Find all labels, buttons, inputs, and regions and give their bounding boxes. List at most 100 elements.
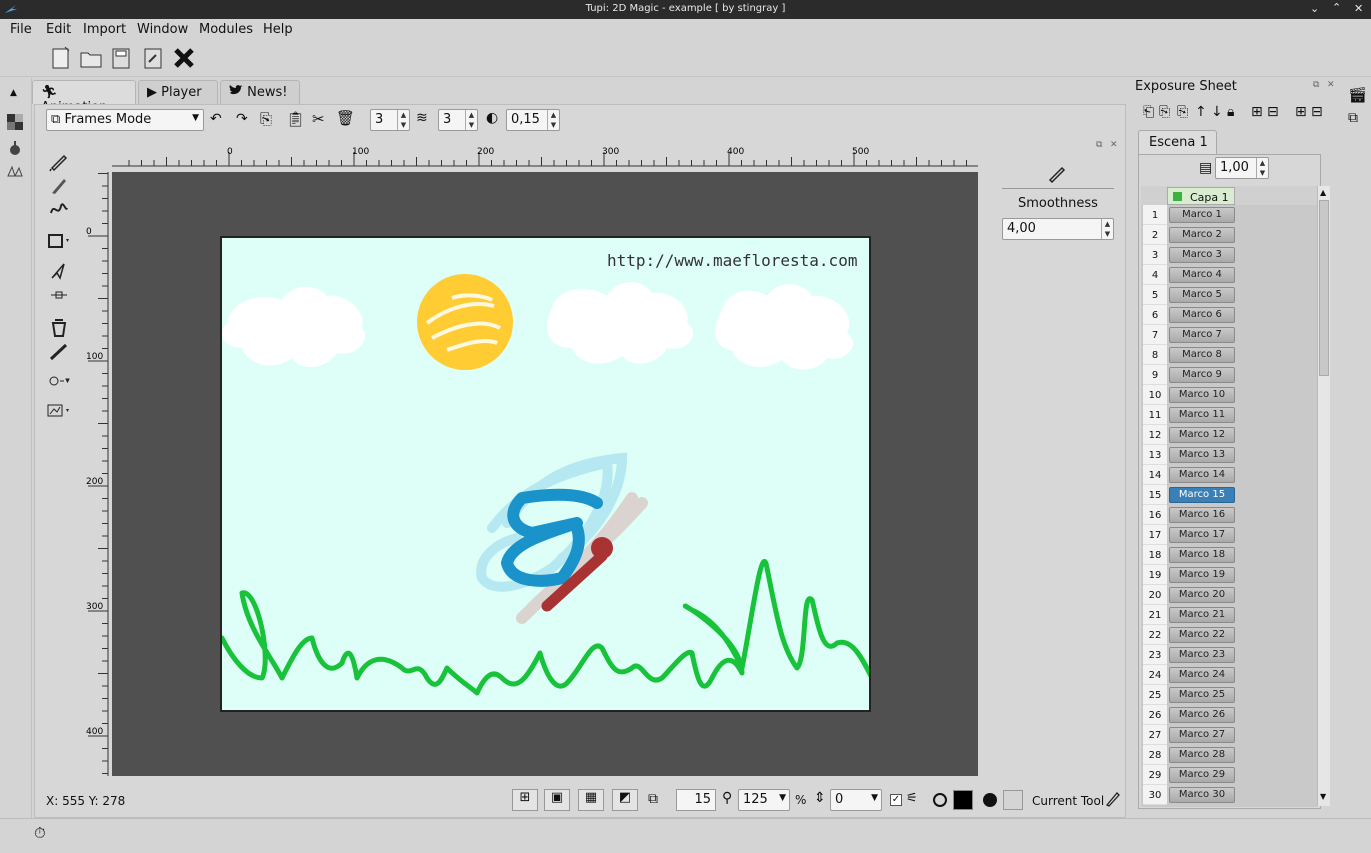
opacity-spinbox[interactable]: 0,15 ▲ ▼	[506, 109, 560, 131]
polyline-icon[interactable]	[46, 198, 72, 220]
fill-color-swatch[interactable]	[1003, 790, 1023, 810]
menu-window[interactable]: Window	[137, 22, 188, 37]
frame-cell[interactable]: Marco 26	[1169, 707, 1235, 723]
layer-header[interactable]: Capa 1	[1167, 187, 1235, 205]
scroll-up-icon[interactable]: ▲	[1320, 188, 1326, 197]
menu-edit[interactable]: Edit	[46, 22, 71, 37]
clone-frame-icon[interactable]: ⎘	[1177, 104, 1188, 120]
frame-cell[interactable]: Marco 16	[1169, 507, 1235, 523]
grid-icon[interactable]: ▦	[578, 789, 604, 811]
eraser-icon[interactable]	[46, 340, 72, 362]
collapse-icon[interactable]: ▲	[10, 88, 17, 98]
menu-modules[interactable]: Modules	[199, 22, 253, 37]
spin-arrows-icon[interactable]: ▲ ▼	[1256, 158, 1268, 178]
add-scene-icon[interactable]: ⊞	[1295, 104, 1307, 120]
frame-cell[interactable]: Marco 12	[1169, 427, 1235, 443]
frame-cell[interactable]: Marco 7	[1169, 327, 1235, 343]
spin-arrows-icon[interactable]: ▲ ▼	[547, 110, 559, 130]
frame-cell[interactable]: Marco 11	[1169, 407, 1235, 423]
menu-file[interactable]: File	[10, 22, 32, 37]
frame-cell[interactable]: Marco 6	[1169, 307, 1235, 323]
add-layer-icon[interactable]: ⊞	[1251, 104, 1263, 120]
copy-icon[interactable]: ⎘	[260, 110, 272, 128]
frame-cell[interactable]: Marco 22	[1169, 627, 1235, 643]
undo-icon[interactable]: ↶	[210, 111, 222, 127]
delete-icon[interactable]: 🗑︎	[336, 109, 355, 127]
zoom-select[interactable]: 125 ▼	[738, 789, 790, 811]
scroll-down-icon[interactable]: ▼	[1320, 792, 1326, 801]
menu-import[interactable]: Import	[83, 22, 126, 37]
tab-escena-1[interactable]: Escena 1	[1138, 130, 1217, 154]
frame-cell[interactable]: Marco 25	[1169, 687, 1235, 703]
stroke-color-swatch[interactable]	[953, 790, 973, 810]
remove-layer-icon[interactable]: ⊟	[1267, 104, 1279, 120]
open-folder-icon[interactable]	[78, 45, 104, 71]
shift-tool-icon[interactable]	[46, 370, 72, 392]
panel-float-icon[interactable]: ⧉	[1313, 80, 1319, 90]
onion-next-spinbox[interactable]: 3 ▲ ▼	[438, 109, 478, 131]
frame-number-field[interactable]: 15	[676, 789, 716, 811]
frame-cell[interactable]: Marco 17	[1169, 527, 1235, 543]
vertical-scrollbar[interactable]: ▲ ▼	[1317, 186, 1330, 806]
insert-frame-icon[interactable]: ⎗	[1143, 104, 1154, 120]
fps-spinbox[interactable]: 1,00 ▲ ▼	[1215, 157, 1269, 179]
color-palette-icon[interactable]	[7, 114, 23, 130]
grid-full-icon[interactable]: ⊞	[512, 789, 538, 811]
tab-player[interactable]: ▶ Player	[138, 80, 218, 104]
panel-close-icon[interactable]: ✕	[1327, 80, 1335, 90]
stroke-color-icon[interactable]	[933, 793, 947, 807]
frame-cell[interactable]: Marco 15	[1169, 487, 1235, 503]
frame-cell[interactable]: Marco 10	[1169, 387, 1235, 403]
panel-close-icon[interactable]: ✕	[1110, 140, 1118, 150]
mode-select[interactable]: ⧉ Frames Mode ▼	[46, 109, 204, 131]
frame-cell[interactable]: Marco 28	[1169, 747, 1235, 763]
spin-arrows-icon[interactable]: ▲ ▼	[465, 110, 477, 130]
move-up-icon[interactable]: ↑	[1195, 104, 1207, 120]
close-window-icon[interactable]: ✕	[1354, 2, 1363, 15]
redo-icon[interactable]: ↷	[236, 111, 248, 127]
clapperboard-icon[interactable]: 🎬︎	[1348, 86, 1367, 104]
save-icon[interactable]	[108, 45, 134, 71]
timer-icon[interactable]: ⏱︎	[34, 824, 46, 842]
pencil-icon[interactable]	[46, 150, 72, 172]
fill-color-icon[interactable]	[983, 793, 997, 807]
spin-arrows-icon[interactable]: ▲ ▼	[397, 110, 409, 130]
frames-mode-icon[interactable]: ⧉	[648, 791, 658, 807]
new-file-icon[interactable]	[48, 45, 74, 71]
frame-cell[interactable]: Marco 14	[1169, 467, 1235, 483]
frame-cell[interactable]: Marco 5	[1169, 287, 1235, 303]
frame-cell[interactable]: Marco 24	[1169, 667, 1235, 683]
save-as-icon[interactable]	[140, 45, 166, 71]
minimize-icon[interactable]: ⌄	[1310, 2, 1319, 15]
tab-animation[interactable]: 🏃︎ Animation	[32, 80, 136, 115]
onion-previous-spinbox[interactable]: 3 ▲ ▼	[370, 109, 410, 131]
panel-float-icon[interactable]: ⧉	[1096, 140, 1102, 150]
frame-cell[interactable]: Marco 9	[1169, 367, 1235, 383]
insert-frames-icon[interactable]: ⎘	[1159, 104, 1170, 120]
scrollbar-thumb[interactable]	[1319, 200, 1329, 376]
ink-pen-icon[interactable]	[46, 174, 72, 196]
maximize-icon[interactable]: ⌃	[1332, 1, 1341, 14]
lock-icon[interactable]: 🔒︎	[1227, 104, 1234, 120]
frame-cell[interactable]: Marco 4	[1169, 267, 1235, 283]
menu-help[interactable]: Help	[263, 22, 293, 37]
frame-cell[interactable]: Marco 19	[1169, 567, 1235, 583]
frame-cell[interactable]: Marco 29	[1169, 767, 1235, 783]
frame-cell[interactable]: Marco 27	[1169, 727, 1235, 743]
actual-size-icon[interactable]: ◩	[612, 789, 638, 811]
rotation-select[interactable]: 0 ▼	[830, 789, 882, 811]
node-selection-icon[interactable]	[46, 284, 72, 306]
safe-area-icon[interactable]: ▣	[544, 789, 570, 811]
frame-cell[interactable]: Marco 8	[1169, 347, 1235, 363]
remove-scene-icon[interactable]: ⊟	[1311, 104, 1323, 120]
frame-cell[interactable]: Marco 13	[1169, 447, 1235, 463]
frame-cell[interactable]: Marco 3	[1169, 247, 1235, 263]
frame-cell[interactable]: Marco 21	[1169, 607, 1235, 623]
frame-cell[interactable]: Marco 18	[1169, 547, 1235, 563]
tab-news[interactable]: News!	[220, 80, 300, 104]
antialiasing-checkbox[interactable]: ✓	[890, 794, 902, 806]
move-down-icon[interactable]: ↓	[1211, 104, 1223, 120]
frame-cell[interactable]: Marco 2	[1169, 227, 1235, 243]
frame-cell[interactable]: Marco 20	[1169, 587, 1235, 603]
frame-cell[interactable]: Marco 23	[1169, 647, 1235, 663]
